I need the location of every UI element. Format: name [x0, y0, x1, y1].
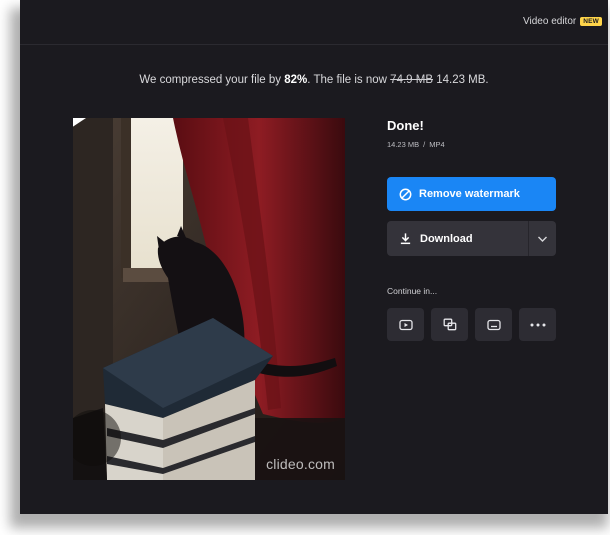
summary-prefix: We compressed your file by: [139, 74, 282, 86]
download-options-button[interactable]: [528, 221, 556, 256]
more-dots-icon: [530, 323, 545, 326]
new-file-size: 14.23 MB.: [436, 74, 489, 86]
done-title: Done!: [387, 118, 424, 133]
clideo-app: Video editor NEW We compressed your file…: [20, 0, 608, 514]
compression-percent: 82%: [284, 74, 308, 86]
file-format: MP4: [429, 140, 445, 149]
top-bar: Video editor NEW: [20, 0, 608, 45]
subtitles-icon: [486, 319, 501, 330]
layers-icon: [443, 318, 456, 331]
remove-watermark-button[interactable]: Remove watermark: [387, 177, 556, 211]
continue-subtitles-button[interactable]: [475, 308, 512, 341]
video-editor-label: Video editor: [523, 16, 577, 27]
download-group: Download: [387, 221, 556, 256]
remove-watermark-label: Remove watermark: [419, 188, 520, 200]
new-badge: NEW: [580, 17, 602, 26]
compression-summary: We compressed your file by 82%. The file…: [20, 74, 608, 86]
watermark-text: clideo.com: [266, 456, 335, 472]
play-icon[interactable]: [73, 118, 95, 136]
continue-label: Continue in...: [387, 286, 438, 296]
download-label: Download: [420, 232, 473, 245]
chevron-down-icon: [538, 236, 547, 242]
meta-separator: /: [423, 140, 426, 149]
old-file-size: 74.9 MB: [390, 74, 433, 86]
video-frame-illustration: [73, 118, 345, 480]
download-icon: [400, 233, 411, 245]
continue-layers-button[interactable]: [431, 308, 468, 341]
summary-middle: . The file is now: [307, 74, 387, 86]
result-panel: Done! 14.23 MB / MP4 Remove watermark Do…: [387, 118, 557, 341]
download-button[interactable]: Download: [387, 221, 528, 256]
continue-more-button[interactable]: [519, 308, 556, 341]
video-editor-link[interactable]: Video editor NEW: [523, 16, 602, 27]
continue-tools: [387, 308, 556, 341]
prohibited-icon: [399, 188, 412, 200]
continue-video-player-button[interactable]: [387, 308, 424, 341]
video-player-icon: [398, 319, 413, 330]
file-meta: 14.23 MB / MP4: [387, 140, 557, 149]
video-preview[interactable]: clideo.com: [73, 118, 345, 480]
file-size: 14.23 MB: [387, 140, 420, 149]
